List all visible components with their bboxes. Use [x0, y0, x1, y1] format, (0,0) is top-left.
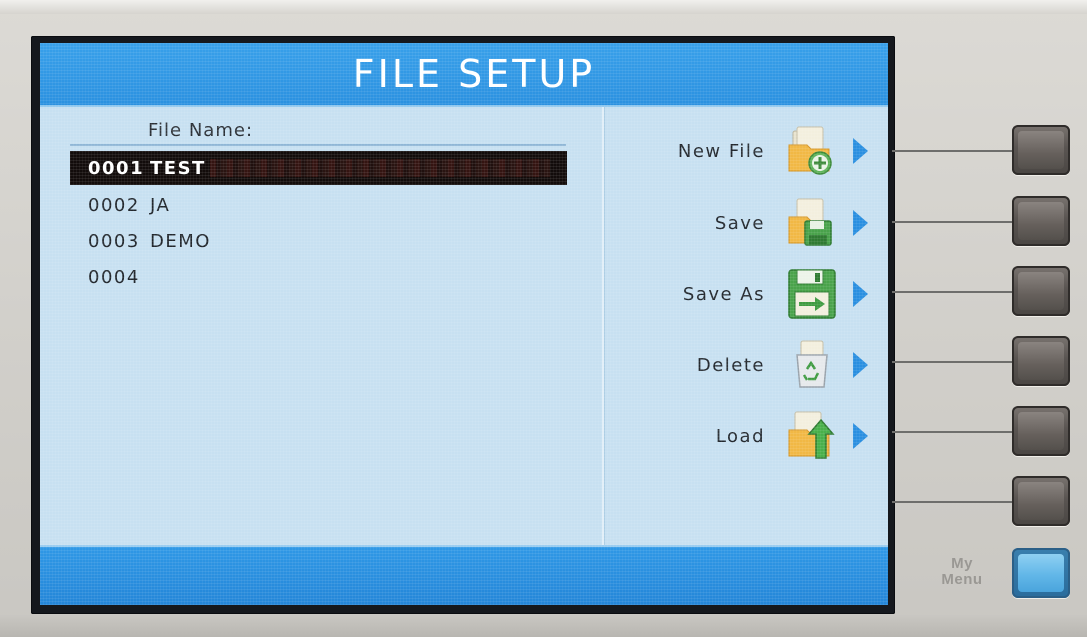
file-name: JA: [150, 194, 171, 216]
load-arrow-icon: [853, 423, 868, 449]
title-bar: FILE SETUP: [40, 43, 888, 105]
bezel-bottom-edge: [0, 615, 1087, 637]
save-as-arrow-icon: [853, 281, 868, 307]
save-as-softkey[interactable]: Save As: [610, 268, 880, 320]
file-number: 0003: [88, 230, 140, 252]
file-number: 0001: [88, 157, 145, 179]
save-icon: [788, 198, 832, 246]
file-row-0003[interactable]: 0003 DEMO: [70, 223, 567, 259]
new-file-arrow-icon: [853, 138, 868, 164]
hardware-softkey-2[interactable]: [1012, 196, 1070, 246]
panel-divider: [602, 107, 604, 545]
softkey-1-connector: [892, 150, 1012, 152]
delete-label: Delete: [696, 354, 765, 376]
save-label: Save: [714, 212, 765, 234]
hardware-softkey-5[interactable]: [1012, 406, 1070, 456]
my-menu-button[interactable]: [1012, 548, 1070, 598]
page-title: FILE SETUP: [352, 52, 596, 96]
file-name: DEMO: [150, 230, 211, 252]
softkey-4-connector: [892, 361, 1012, 363]
hardware-softkey-3[interactable]: [1012, 266, 1070, 316]
load-label: Load: [715, 425, 765, 447]
hardware-softkey-4[interactable]: [1012, 336, 1070, 386]
hardware-softkey-6[interactable]: [1012, 476, 1070, 526]
file-row-0002[interactable]: 0002 JA: [70, 187, 567, 223]
title-bar-edge: [40, 105, 888, 107]
my-menu-label-line2: Menu: [941, 571, 983, 588]
delete-softkey[interactable]: Delete: [610, 339, 880, 391]
save-as-icon: [788, 269, 836, 319]
my-menu-label-line1: My: [951, 555, 973, 572]
save-as-label: Save As: [682, 283, 765, 305]
delete-recycle-icon: [796, 340, 828, 388]
status-bar: [40, 547, 888, 605]
file-row-0001[interactable]: 0001 TEST: [70, 151, 567, 185]
file-list: 0001 TEST 0002 JA 0003 DEMO 0004: [70, 151, 567, 295]
file-number: 0004: [88, 266, 140, 288]
load-icon: [788, 411, 835, 459]
file-list-header-divider: [70, 144, 566, 146]
new-file-softkey[interactable]: New File: [610, 125, 880, 177]
bezel-top-edge: [0, 0, 1087, 14]
file-list-header: File Name:: [148, 120, 254, 141]
new-file-label: New File: [677, 140, 765, 162]
softkey-3-connector: [892, 291, 1012, 293]
softkey-2-connector: [892, 221, 1012, 223]
hardware-softkey-1[interactable]: [1012, 125, 1070, 175]
softkey-6-connector: [892, 501, 1012, 503]
save-softkey[interactable]: Save: [610, 197, 880, 249]
file-number: 0002: [88, 194, 140, 216]
delete-arrow-icon: [853, 352, 868, 378]
load-softkey[interactable]: Load: [610, 410, 880, 462]
my-menu-label: My Menu: [926, 556, 998, 588]
save-arrow-icon: [853, 210, 868, 236]
lcd-screen: FILE SETUP File Name: 0001 TEST 0002 JA …: [40, 43, 888, 605]
new-file-icon: [788, 126, 832, 175]
file-name: TEST: [150, 157, 206, 179]
file-row-0004[interactable]: 0004: [70, 259, 567, 295]
softkey-5-connector: [892, 431, 1012, 433]
